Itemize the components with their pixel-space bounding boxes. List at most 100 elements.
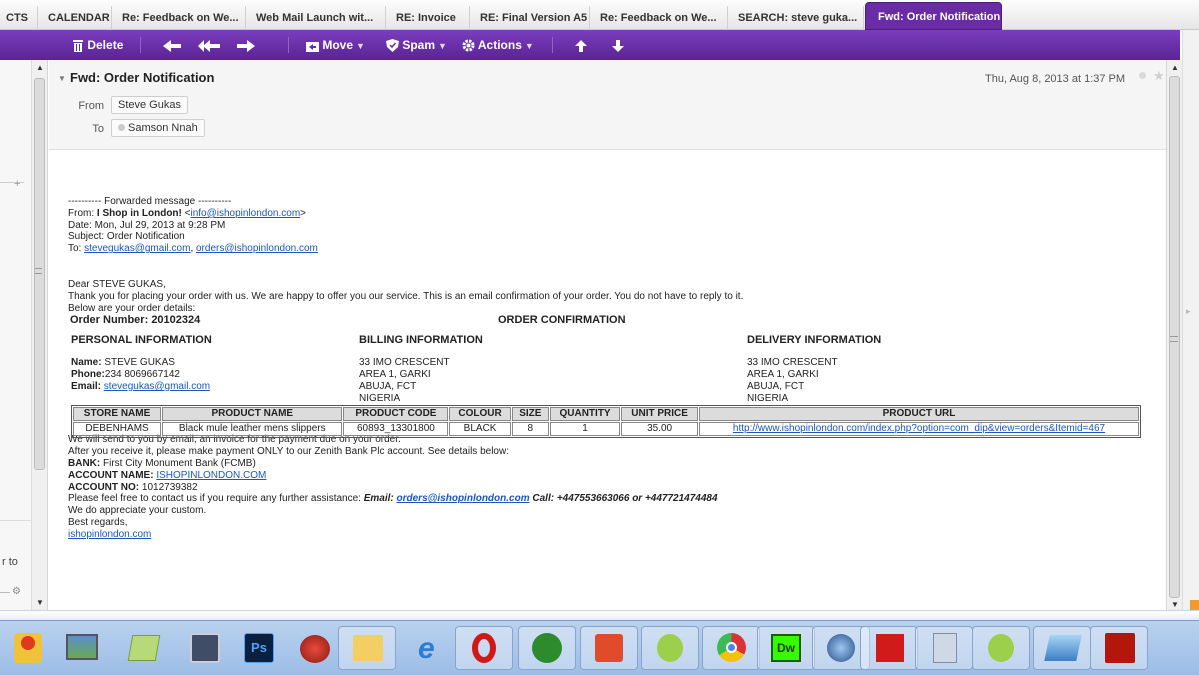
to-label: To xyxy=(92,123,104,135)
computer-icon[interactable] xyxy=(190,633,220,663)
signature-link[interactable]: ishopinlondon.com xyxy=(68,529,151,540)
order-details: Order Number: 20102324 ORDER CONFIRMATIO… xyxy=(68,314,1158,438)
scroll-down-icon[interactable]: ▼ xyxy=(36,598,44,607)
tab-search[interactable]: SEARCH: steve guka... xyxy=(728,6,864,30)
scroll-up-icon[interactable]: ▲ xyxy=(36,63,44,72)
spam-label: Spam xyxy=(402,38,436,52)
taskbar-calculator[interactable] xyxy=(915,626,973,670)
sender-chip[interactable]: Steve Gukas xyxy=(111,96,188,114)
tab-calendar[interactable]: CALENDAR xyxy=(38,6,112,30)
appreciation: We do appreciate your custom. xyxy=(68,505,207,517)
bracket: > xyxy=(300,207,307,219)
taskbar-acrobat[interactable] xyxy=(860,626,918,670)
table-cell: 8 xyxy=(511,422,549,436)
app-icon-bulb[interactable] xyxy=(14,633,42,663)
expand-arrow-icon[interactable]: ▸ xyxy=(1186,306,1191,317)
folder-panel: + r to ⚙ xyxy=(0,60,32,610)
actions-button[interactable]: Actions ▼ xyxy=(462,30,534,60)
label: Order Number: xyxy=(70,314,149,327)
internet-explorer-icon[interactable]: e xyxy=(418,633,435,665)
chevron-down-icon: ▼ xyxy=(356,41,365,51)
taskbar-app-b[interactable] xyxy=(580,626,638,670)
previous-message-button[interactable] xyxy=(575,30,587,60)
star-icon[interactable]: ★ xyxy=(1153,68,1165,84)
tab-bar: CTS CALENDAR Re: Feedback on We... Web M… xyxy=(0,0,1199,30)
reply-all-button[interactable] xyxy=(198,30,220,60)
recipient-name: Samson Nnah xyxy=(128,122,198,134)
tab-order-notification[interactable]: Fwd: Order Notification xyxy=(865,2,1002,30)
spam-button[interactable]: Spam ▼ xyxy=(386,30,447,60)
tab-invoice[interactable]: RE: Invoice xyxy=(386,6,470,30)
tab-final-version[interactable]: RE: Final Version A5 xyxy=(470,6,590,30)
taskbar-opera[interactable] xyxy=(455,626,513,670)
customer-phone: Phone:234 8069667142 xyxy=(71,369,210,381)
orders-email-link[interactable]: orders@ishopinlondon.com xyxy=(196,243,318,254)
table-cell: BLACK xyxy=(449,422,511,436)
order-number: Order Number: 20102324 xyxy=(70,314,201,327)
taskbar-utorrent[interactable] xyxy=(518,626,576,670)
globe-icon xyxy=(827,634,855,662)
forwarded-to: To: stevegukas@gmail.com, orders@ishopin… xyxy=(68,243,1158,255)
taskbar-explorer-active[interactable] xyxy=(338,626,396,670)
chrome-icon xyxy=(717,633,746,662)
taskbar-app-leaf-2[interactable] xyxy=(972,626,1030,670)
column-header: QUANTITY xyxy=(549,407,621,422)
tab-contacts[interactable]: CTS xyxy=(0,6,38,30)
divider xyxy=(140,37,141,53)
reply-all-icon xyxy=(198,40,220,52)
leaf-icon xyxy=(657,634,683,662)
tab-feedback-2[interactable]: Re: Feedback on We... xyxy=(590,6,728,30)
customer-email-link[interactable]: stevegukas@gmail.com xyxy=(104,381,210,392)
taskbar-dreamweaver[interactable]: Dw xyxy=(757,626,815,670)
reply-icon xyxy=(163,40,181,52)
delete-button[interactable]: Delete xyxy=(72,30,123,60)
add-folder-icon[interactable]: + xyxy=(14,178,20,190)
right-panel-edge: ▸ xyxy=(1182,30,1199,612)
left-panel-text: r to xyxy=(2,556,18,568)
next-message-button[interactable] xyxy=(612,30,624,60)
forwarded-date: Date: Mon, Jul 29, 2013 at 9:28 PM xyxy=(68,219,226,231)
taskbar-app-leaf[interactable] xyxy=(641,626,699,670)
move-button[interactable]: Move ▼ xyxy=(306,30,365,60)
address-line: AREA 1, GARKI xyxy=(359,369,431,381)
scroll-down-icon[interactable]: ▼ xyxy=(1171,600,1179,609)
download-icon[interactable] xyxy=(300,635,330,663)
column-header: PRODUCT NAME xyxy=(162,407,343,422)
arrow-down-icon xyxy=(612,40,624,52)
notes-icon[interactable] xyxy=(127,635,161,661)
label: ACCOUNT NO: xyxy=(68,481,140,493)
forward-button[interactable] xyxy=(237,30,255,60)
collapse-arrow-icon[interactable]: ▼ xyxy=(58,74,66,83)
tab-feedback-1[interactable]: Re: Feedback on We... xyxy=(112,6,246,30)
tab-web-mail-launch[interactable]: Web Mail Launch wit... xyxy=(246,6,386,30)
product-url-link[interactable]: http://www.ishopinlondon.com/index.php?o… xyxy=(733,423,1105,434)
leaf-icon xyxy=(988,634,1014,662)
value: 20102324 xyxy=(151,314,201,327)
actions-label: Actions xyxy=(477,38,522,52)
label: Email: xyxy=(71,380,102,392)
photo-viewer-icon[interactable] xyxy=(66,634,98,660)
sender-email-link[interactable]: info@ishopinlondon.com xyxy=(191,208,301,219)
scroll-thumb[interactable] xyxy=(34,78,45,470)
address-line: AREA 1, GARKI xyxy=(747,369,819,381)
left-scrollbar[interactable]: ▲ ▼ xyxy=(32,60,48,610)
windows-taskbar: Ps e Dw xyxy=(0,620,1199,675)
bulb-icon xyxy=(21,636,35,650)
recipient-email-link[interactable]: stevegukas@gmail.com xyxy=(84,243,190,254)
photoshop-icon[interactable]: Ps xyxy=(244,633,274,663)
message-scrollbar[interactable]: ▲ ▼ xyxy=(1166,60,1182,610)
reply-button[interactable] xyxy=(163,30,181,60)
dreamweaver-icon: Dw xyxy=(771,634,801,662)
account-name-link[interactable]: ISHOPINLONDON.COM xyxy=(156,470,266,481)
label: From: xyxy=(68,207,97,219)
taskbar-filezilla[interactable] xyxy=(1090,626,1148,670)
gear-icon[interactable]: ⚙ xyxy=(12,586,21,597)
payment-note: After you receive it, please make paymen… xyxy=(68,446,509,458)
taskbar-app-blue[interactable] xyxy=(1033,626,1091,670)
contact-email-link[interactable]: orders@ishopinlondon.com xyxy=(397,493,530,504)
recipient-chip[interactable]: Samson Nnah xyxy=(111,119,205,137)
scroll-up-icon[interactable]: ▲ xyxy=(1171,63,1179,72)
account-name-line: ACCOUNT NAME: ISHOPINLONDON.COM xyxy=(68,470,1158,482)
label: Please feel free to contact us if you re… xyxy=(68,493,364,505)
taskbar-chrome[interactable] xyxy=(702,626,760,670)
